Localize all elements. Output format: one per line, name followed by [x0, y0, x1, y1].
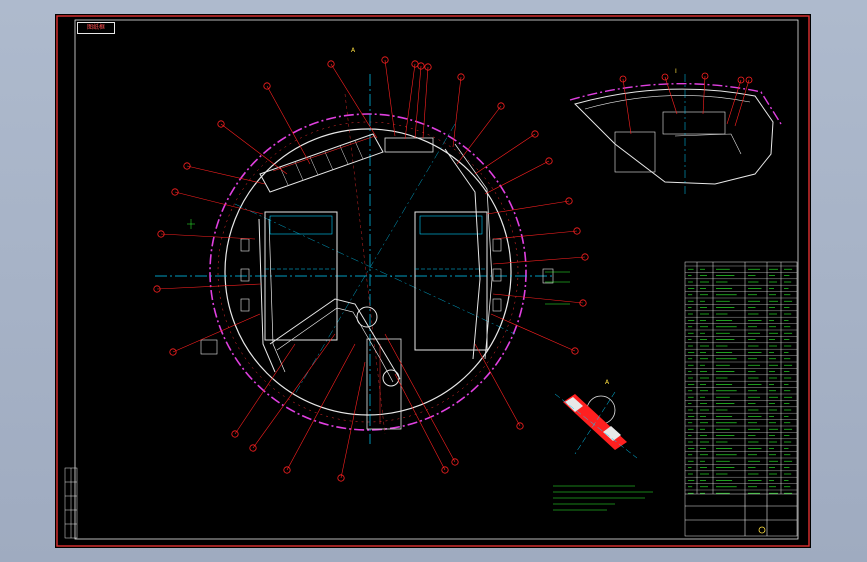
right-tank [414, 211, 488, 351]
parts-list [684, 261, 798, 537]
title-block [685, 493, 797, 536]
logo-mark [758, 526, 766, 534]
item-balloons [153, 56, 589, 482]
drawing-canvas [56, 15, 810, 547]
section-view [569, 72, 782, 194]
main-plan [153, 56, 589, 482]
technical-notes [553, 485, 653, 511]
brick-ring [217, 121, 519, 423]
drawing-sheet[interactable]: 图纸框 A I A [55, 14, 811, 548]
outer-ring [209, 113, 527, 431]
detail-view [554, 391, 638, 459]
inner-wall [224, 128, 512, 416]
